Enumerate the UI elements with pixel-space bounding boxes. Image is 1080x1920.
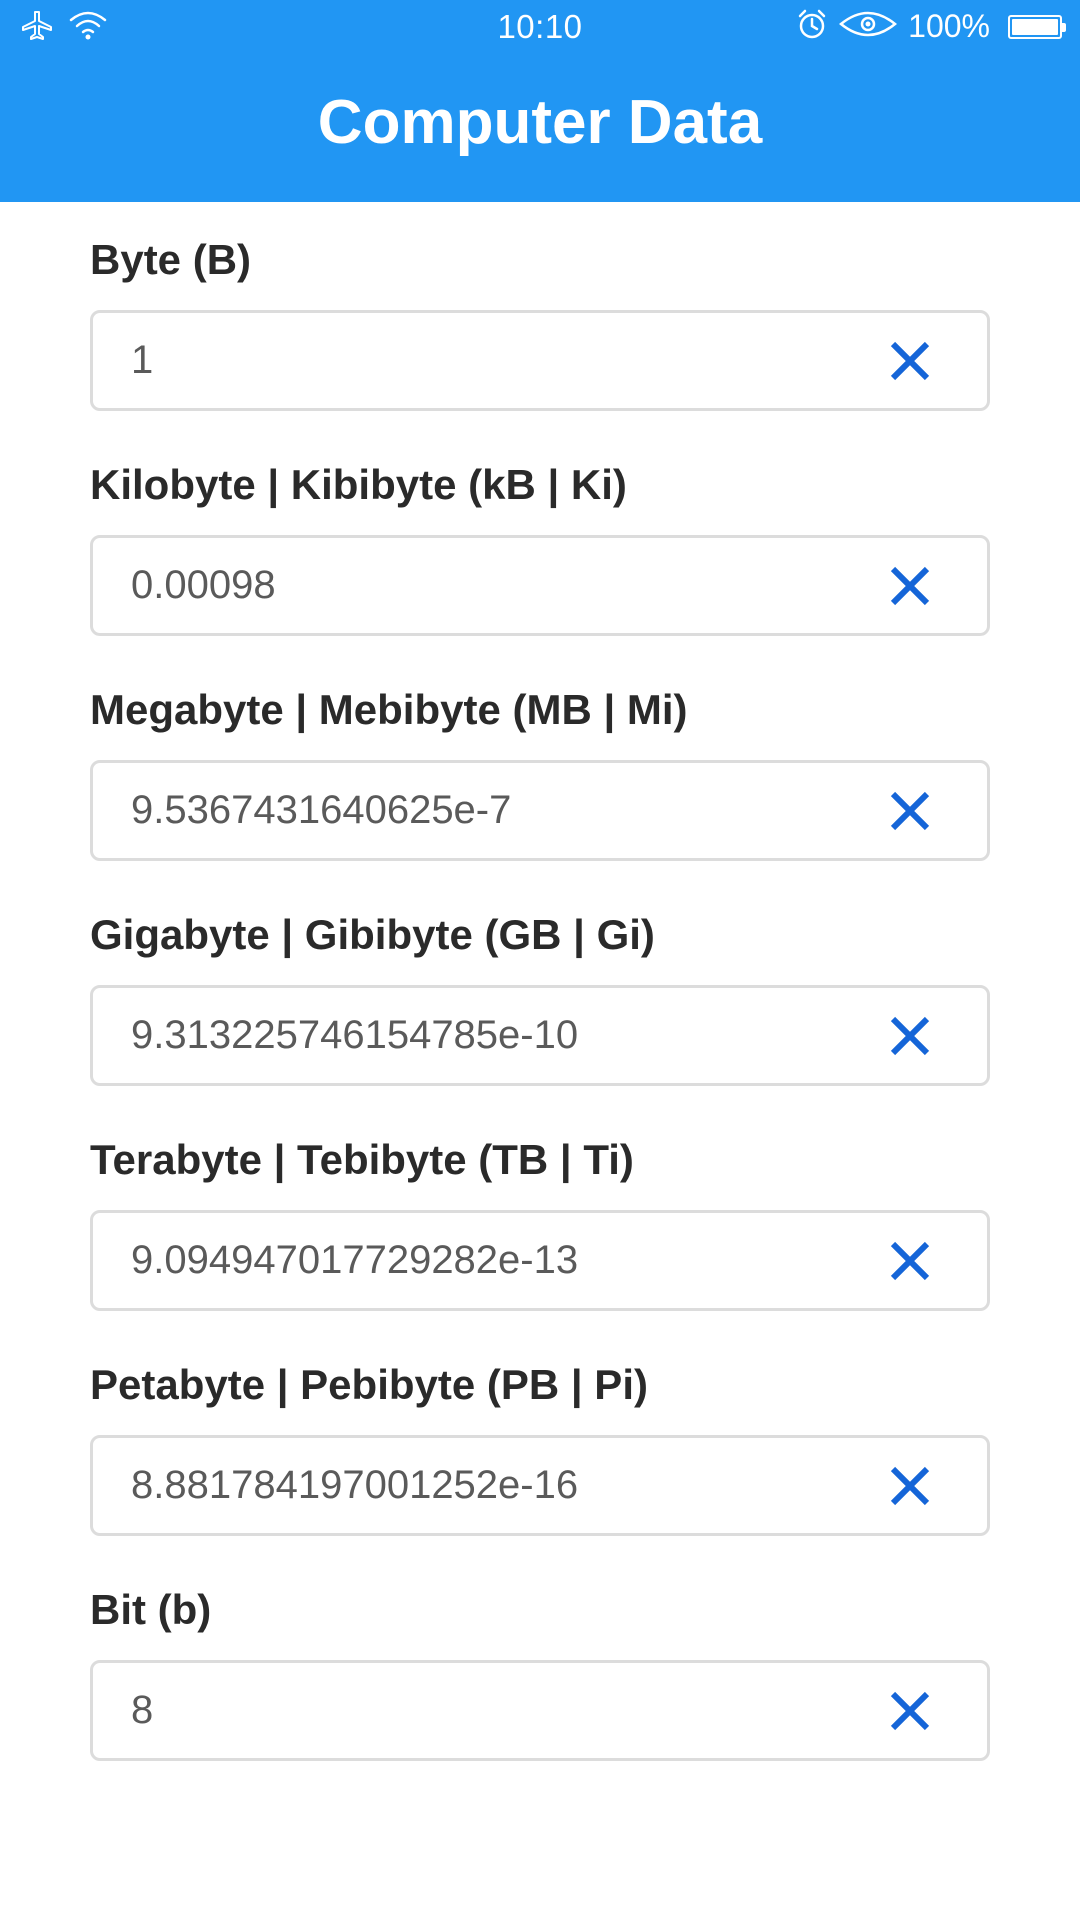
clear-terabyte-button[interactable] bbox=[885, 1236, 935, 1286]
field-label-megabyte: Megabyte | Mebibyte (MB | Mi) bbox=[90, 686, 688, 733]
field-group-petabyte: Petabyte | Pebibyte (PB | Pi) bbox=[90, 1327, 990, 1536]
clear-megabyte-button[interactable] bbox=[885, 786, 935, 836]
field-box-terabyte bbox=[90, 1210, 990, 1311]
bit-input[interactable] bbox=[131, 1663, 871, 1758]
field-label-kilobyte: Kilobyte | Kibibyte (kB | Ki) bbox=[90, 461, 627, 508]
page-title: Computer Data bbox=[317, 87, 763, 157]
field-box-byte bbox=[90, 310, 990, 411]
field-box-megabyte bbox=[90, 760, 990, 861]
clear-gigabyte-button[interactable] bbox=[885, 1011, 935, 1061]
battery-icon bbox=[1008, 14, 1066, 39]
field-label-gigabyte: Gigabyte | Gibibyte (GB | Gi) bbox=[90, 911, 655, 958]
field-label-petabyte: Petabyte | Pebibyte (PB | Pi) bbox=[90, 1361, 648, 1408]
kilobyte-input[interactable] bbox=[131, 538, 871, 633]
close-icon bbox=[890, 566, 930, 606]
clear-byte-button[interactable] bbox=[885, 336, 935, 386]
close-icon bbox=[890, 1466, 930, 1506]
app-bar: Computer Data bbox=[0, 56, 1080, 202]
clear-bit-button[interactable] bbox=[885, 1686, 935, 1736]
field-label-terabyte: Terabyte | Tebibyte (TB | Ti) bbox=[90, 1136, 634, 1183]
clear-petabyte-button[interactable] bbox=[885, 1461, 935, 1511]
field-box-petabyte bbox=[90, 1435, 990, 1536]
field-group-terabyte: Terabyte | Tebibyte (TB | Ti) bbox=[90, 1102, 990, 1311]
petabyte-input[interactable] bbox=[131, 1438, 871, 1533]
field-box-kilobyte bbox=[90, 535, 990, 636]
converter-form: Byte (B) Kilobyte | Kibibyte (kB | Ki) M… bbox=[90, 202, 990, 1777]
field-group-gigabyte: Gigabyte | Gibibyte (GB | Gi) bbox=[90, 877, 990, 1086]
field-box-gigabyte bbox=[90, 985, 990, 1086]
status-bar: 10:10 100% bbox=[0, 0, 1080, 56]
field-label-byte: Byte (B) bbox=[90, 236, 252, 283]
close-icon bbox=[890, 1241, 930, 1281]
eye-icon bbox=[838, 8, 898, 45]
field-group-megabyte: Megabyte | Mebibyte (MB | Mi) bbox=[90, 652, 990, 861]
clear-kilobyte-button[interactable] bbox=[885, 561, 935, 611]
status-right-icons: 100% bbox=[796, 8, 1066, 45]
terabyte-input[interactable] bbox=[131, 1213, 871, 1308]
close-icon bbox=[890, 341, 930, 381]
field-group-byte: Byte (B) bbox=[90, 202, 990, 411]
close-icon bbox=[890, 1016, 930, 1056]
field-label-bit: Bit (b) bbox=[90, 1586, 212, 1633]
field-box-bit bbox=[90, 1660, 990, 1761]
megabyte-input[interactable] bbox=[131, 763, 871, 858]
field-group-kilobyte: Kilobyte | Kibibyte (kB | Ki) bbox=[90, 427, 990, 636]
close-icon bbox=[890, 791, 930, 831]
battery-percent: 100% bbox=[908, 8, 990, 44]
alarm-icon bbox=[796, 8, 828, 45]
byte-input[interactable] bbox=[131, 313, 871, 408]
close-icon bbox=[890, 1691, 930, 1731]
field-group-bit: Bit (b) bbox=[90, 1552, 990, 1761]
gigabyte-input[interactable] bbox=[131, 988, 871, 1083]
